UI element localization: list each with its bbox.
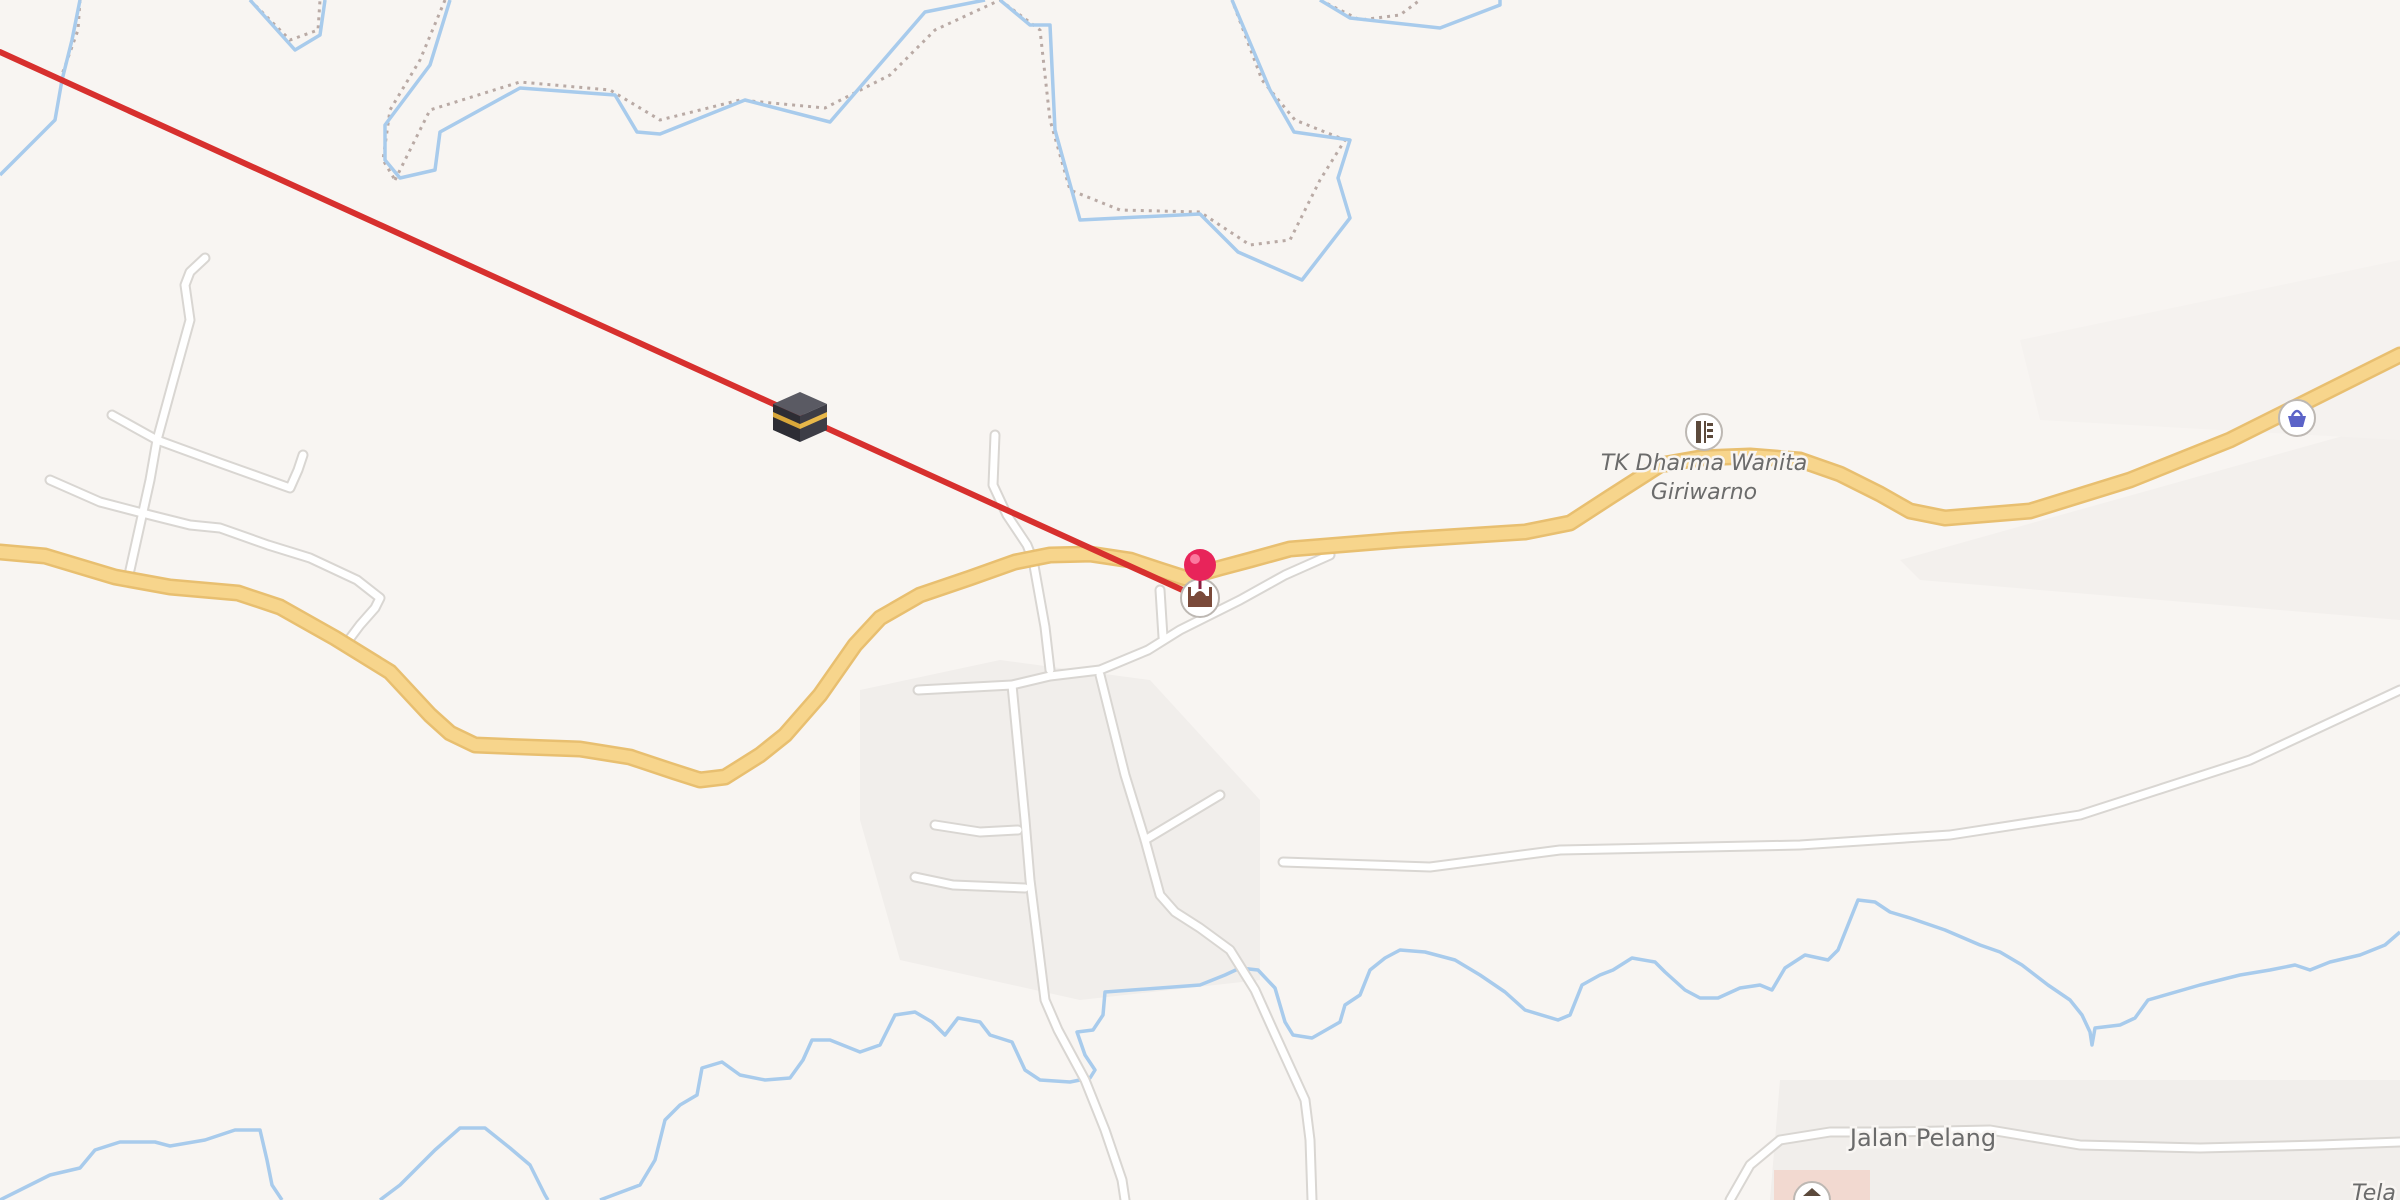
school-icon[interactable] <box>1685 413 1723 451</box>
school-label-line1: TK Dharma Wanita <box>1601 451 1807 476</box>
landuse-areas <box>860 260 2400 1200</box>
shopping-basket-icon[interactable] <box>2278 399 2316 437</box>
qibla-direction-line <box>0 49 1203 601</box>
admin-boundaries <box>58 0 1421 247</box>
map-canvas[interactable]: TK Dharma Wanita Giriwarno Jalan Pelang … <box>0 0 2400 1200</box>
building-icon[interactable] <box>1774 1170 1870 1200</box>
map-view[interactable]: TK Dharma Wanita Giriwarno Jalan Pelang … <box>0 0 2400 1200</box>
street-label-pelang: Jalan Pelang <box>1848 1124 1996 1152</box>
kaaba-icon[interactable] <box>773 392 827 442</box>
school-label-line2: Giriwarno <box>1651 480 1757 505</box>
partial-label: Tela <box>2352 1181 2396 1200</box>
